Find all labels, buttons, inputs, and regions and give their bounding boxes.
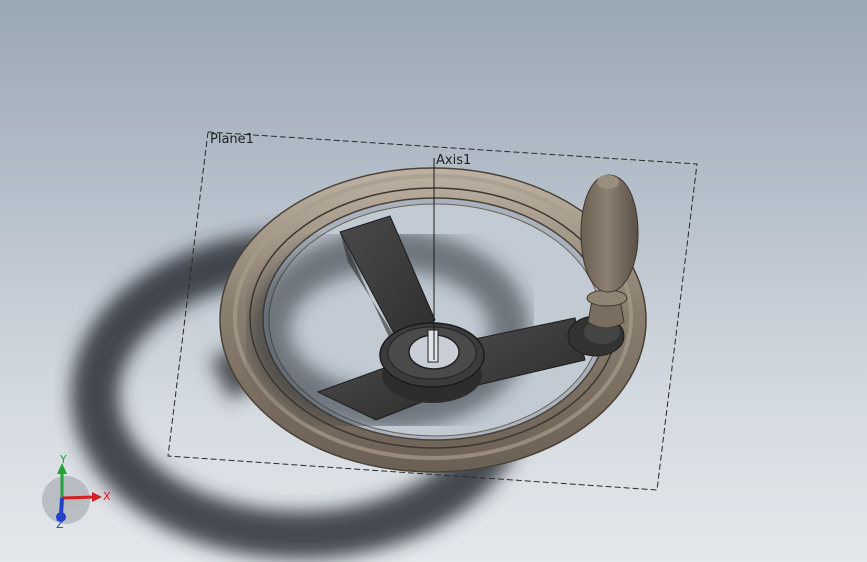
model-view[interactable]: Plane1 Axis1 Y X Z [0, 0, 867, 562]
x-axis-arrow [61, 495, 96, 500]
triad-z-label: Z [56, 518, 64, 531]
triad-y-label: Y [59, 453, 67, 466]
plane1-label: Plane1 [210, 132, 254, 147]
triad-x-label: X [103, 490, 111, 503]
handwheel-hub[interactable] [379, 322, 485, 403]
axis1-label: Axis1 [436, 153, 471, 168]
graphics-viewport[interactable]: Plane1 Axis1 Y X Z [0, 0, 867, 562]
